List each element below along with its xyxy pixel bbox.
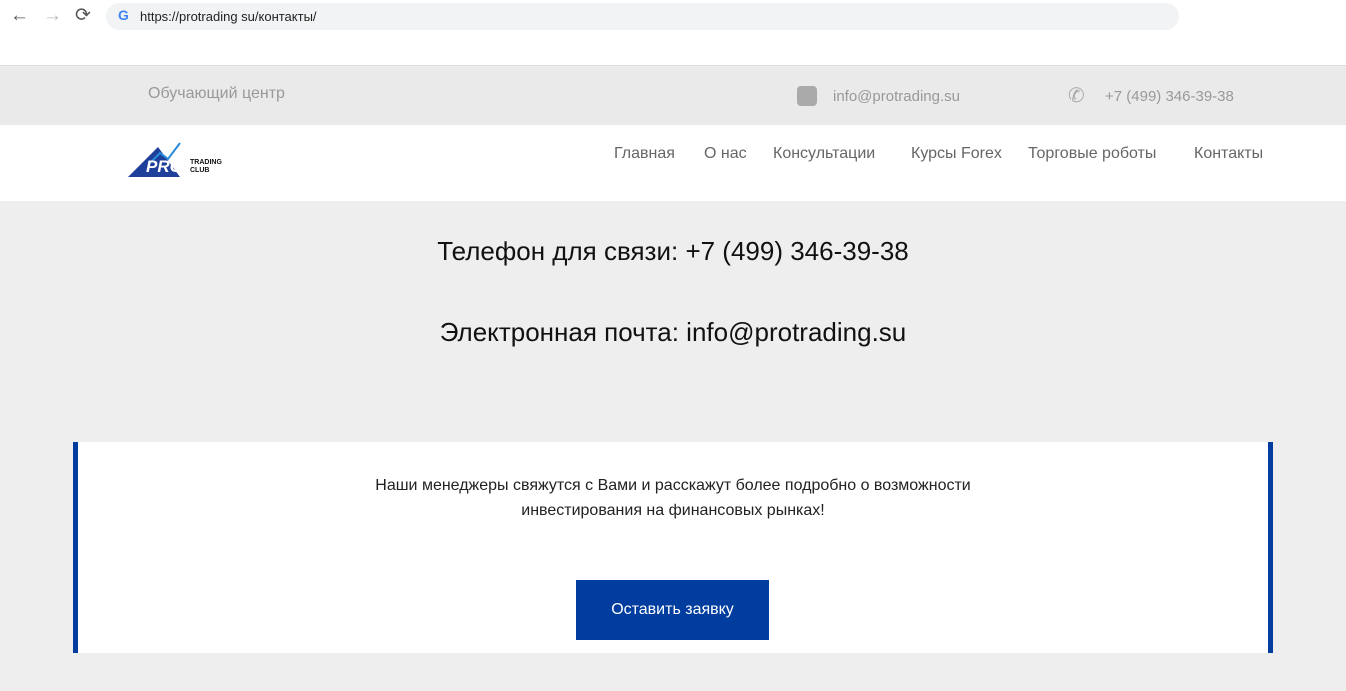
top-info-bar: Обучающий центр info@protrading.su ✆ +7 … <box>0 67 1346 125</box>
google-icon: G <box>118 7 129 23</box>
forward-icon[interactable]: → <box>43 5 62 27</box>
contact-email: Электронная почта: info@protrading.su <box>439 317 907 347</box>
reload-icon[interactable]: ⟳ <box>75 5 91 27</box>
back-icon[interactable]: ← <box>10 5 29 27</box>
phone-icon: ✆ <box>1068 85 1085 107</box>
logo-text: PRO <box>146 157 183 176</box>
mail-icon <box>797 86 817 106</box>
browser-toolbar: ← → ⟳ G https://protrading su/контакты/ <box>0 0 1346 66</box>
topbar-phone[interactable]: +7 (499) 346-39-38 <box>1105 88 1234 105</box>
menu-item-forex-courses[interactable]: Курсы Forex <box>911 145 1002 163</box>
menu-item-contacts[interactable]: Контакты <box>1194 145 1263 163</box>
cta-line-2: инвестирования на финансовых рынках! <box>521 502 825 519</box>
contact-phone: Телефон для связи: +7 (499) 346-39-38 <box>437 236 909 266</box>
cta-box: Наши менеджеры свяжутся с Вами и расскаж… <box>73 442 1273 653</box>
tagline: Обучающий центр <box>148 85 285 102</box>
logo-sub2: CLUB <box>190 167 210 174</box>
menu-item-home[interactable]: Главная <box>614 145 675 163</box>
logo[interactable]: PRO TRADING CLUB <box>128 139 223 179</box>
cta-line-1: Наши менеджеры свяжутся с Вами и расскаж… <box>375 477 971 494</box>
submit-request-button[interactable]: Оставить заявку <box>576 580 769 640</box>
menu-item-about[interactable]: О нас <box>704 145 747 163</box>
logo-sub1: TRADING <box>190 159 222 166</box>
address-bar[interactable]: G https://protrading su/контакты/ <box>106 3 1179 30</box>
topbar-email[interactable]: info@protrading.su <box>833 88 960 105</box>
cta-message: Наши менеджеры свяжутся с Вами и расскаж… <box>78 473 1268 523</box>
menu-item-consultations[interactable]: Консультации <box>773 145 875 163</box>
menu-item-trading-robots[interactable]: Торговые роботы <box>1028 145 1156 163</box>
url-text: https://protrading su/контакты/ <box>140 9 317 24</box>
site-header: PRO TRADING CLUB Главная О нас Консульта… <box>0 125 1346 201</box>
